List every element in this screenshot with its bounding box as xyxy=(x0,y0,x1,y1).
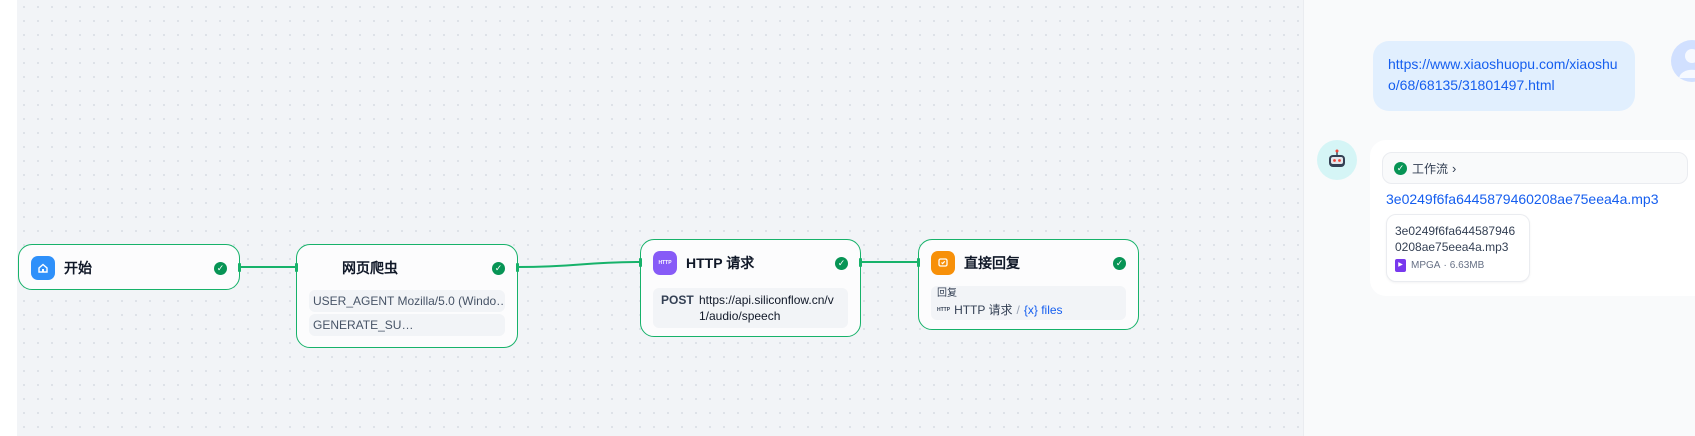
http-node-header: HTTP HTTP 请求 xyxy=(653,251,754,275)
file-size: 6.63MB xyxy=(1449,260,1485,271)
reply-label: 回复 xyxy=(937,288,957,299)
crawler-var-user-agent: USER_AGENT Mozilla/5.0 (Windo… xyxy=(309,290,505,312)
http-icon: HTTP xyxy=(653,251,677,275)
workflow-success-icon: ✓ xyxy=(1394,161,1407,175)
file-name: 3e0249f6fa6445879460208ae75eea4a.mp3 xyxy=(1395,224,1516,254)
file-link[interactable]: 3e0249f6fa6445879460208ae75eea4a.mp3 xyxy=(1386,191,1659,207)
http-request-summary: POST https://api.siliconflow.cn/v1/audio… xyxy=(653,288,848,328)
http-node-output-port[interactable] xyxy=(859,258,862,267)
workflow-label: 工作流 xyxy=(1412,161,1449,176)
file-type: MPGA xyxy=(1411,260,1441,271)
file-attachment[interactable]: 3e0249f6fa6445879460208ae75eea4a.mp3 ▶ M… xyxy=(1386,214,1530,282)
user-message[interactable]: https://www.xiaoshuopu.com/xiaoshuo/68/6… xyxy=(1373,41,1635,111)
http-method: POST xyxy=(661,293,694,307)
file-meta-separator: · xyxy=(1443,260,1447,271)
home-icon xyxy=(31,256,55,280)
reply-ref-node: HTTP 请求 xyxy=(954,303,1013,317)
mini-http-icon: HTTP xyxy=(937,306,951,313)
reply-ref-var: {x} files xyxy=(1023,302,1063,317)
http-node-input-port[interactable] xyxy=(639,258,642,267)
reply-content: 回复 HTTP HTTP 请求 / {x} files xyxy=(931,286,1126,320)
start-node-header: 开始 xyxy=(31,256,92,280)
crawler-var-generate: GENERATE_SU… xyxy=(309,314,505,336)
reply-node-success-icon: ✓ xyxy=(1113,257,1126,270)
reply-variable-ref: HTTP HTTP 请求 / {x} files xyxy=(937,301,1120,318)
crawler-icon xyxy=(309,256,333,280)
crawler-node[interactable]: 网页爬虫 ✓ USER_AGENT Mozilla/5.0 (Windo… GE… xyxy=(295,244,519,348)
chevron-right-icon: › xyxy=(1452,160,1457,176)
crawler-node-header: 网页爬虫 xyxy=(309,256,398,280)
reply-ref-separator: / xyxy=(1016,302,1020,317)
file-meta: ▶ MPGA · 6.63MB xyxy=(1395,259,1521,272)
crawler-node-input-port[interactable] xyxy=(295,263,298,272)
reply-node-header: 直接回复 xyxy=(931,251,1020,275)
reply-node-input-port[interactable] xyxy=(917,258,920,267)
reply-node[interactable]: 直接回复 ✓ 回复 HTTP HTTP 请求 / {x} files xyxy=(917,239,1139,330)
left-strip xyxy=(0,0,17,436)
start-node-output-port[interactable] xyxy=(238,263,241,272)
start-node-title: 开始 xyxy=(64,260,92,276)
http-node-success-icon: ✓ xyxy=(835,257,848,270)
reply-node-title: 直接回复 xyxy=(964,255,1020,271)
crawler-node-title: 网页爬虫 xyxy=(342,260,398,276)
audio-file-icon: ▶ xyxy=(1395,259,1406,272)
start-node-success-icon: ✓ xyxy=(214,262,227,275)
crawler-node-success-icon: ✓ xyxy=(492,262,505,275)
user-avatar xyxy=(1671,40,1695,82)
http-url: https://api.siliconflow.cn/v1/audio/spee… xyxy=(699,293,834,323)
workflow-canvas[interactable] xyxy=(17,0,1303,436)
start-node[interactable]: 开始 ✓ xyxy=(18,244,241,290)
crawler-node-output-port[interactable] xyxy=(516,263,519,272)
workflow-process-toggle[interactable]: ✓ 工作流 › xyxy=(1382,152,1688,184)
reply-icon xyxy=(931,251,955,275)
bot-avatar xyxy=(1317,140,1357,180)
chat-panel: https://www.xiaoshuopu.com/xiaoshuo/68/6… xyxy=(1303,0,1695,436)
http-node[interactable]: HTTP HTTP 请求 ✓ POST https://api.siliconf… xyxy=(639,239,862,337)
bot-message: ✓ 工作流 › 3e0249f6fa6445879460208ae75eea4a… xyxy=(1370,140,1695,296)
http-node-title: HTTP 请求 xyxy=(686,255,755,271)
robot-icon xyxy=(1329,149,1345,167)
